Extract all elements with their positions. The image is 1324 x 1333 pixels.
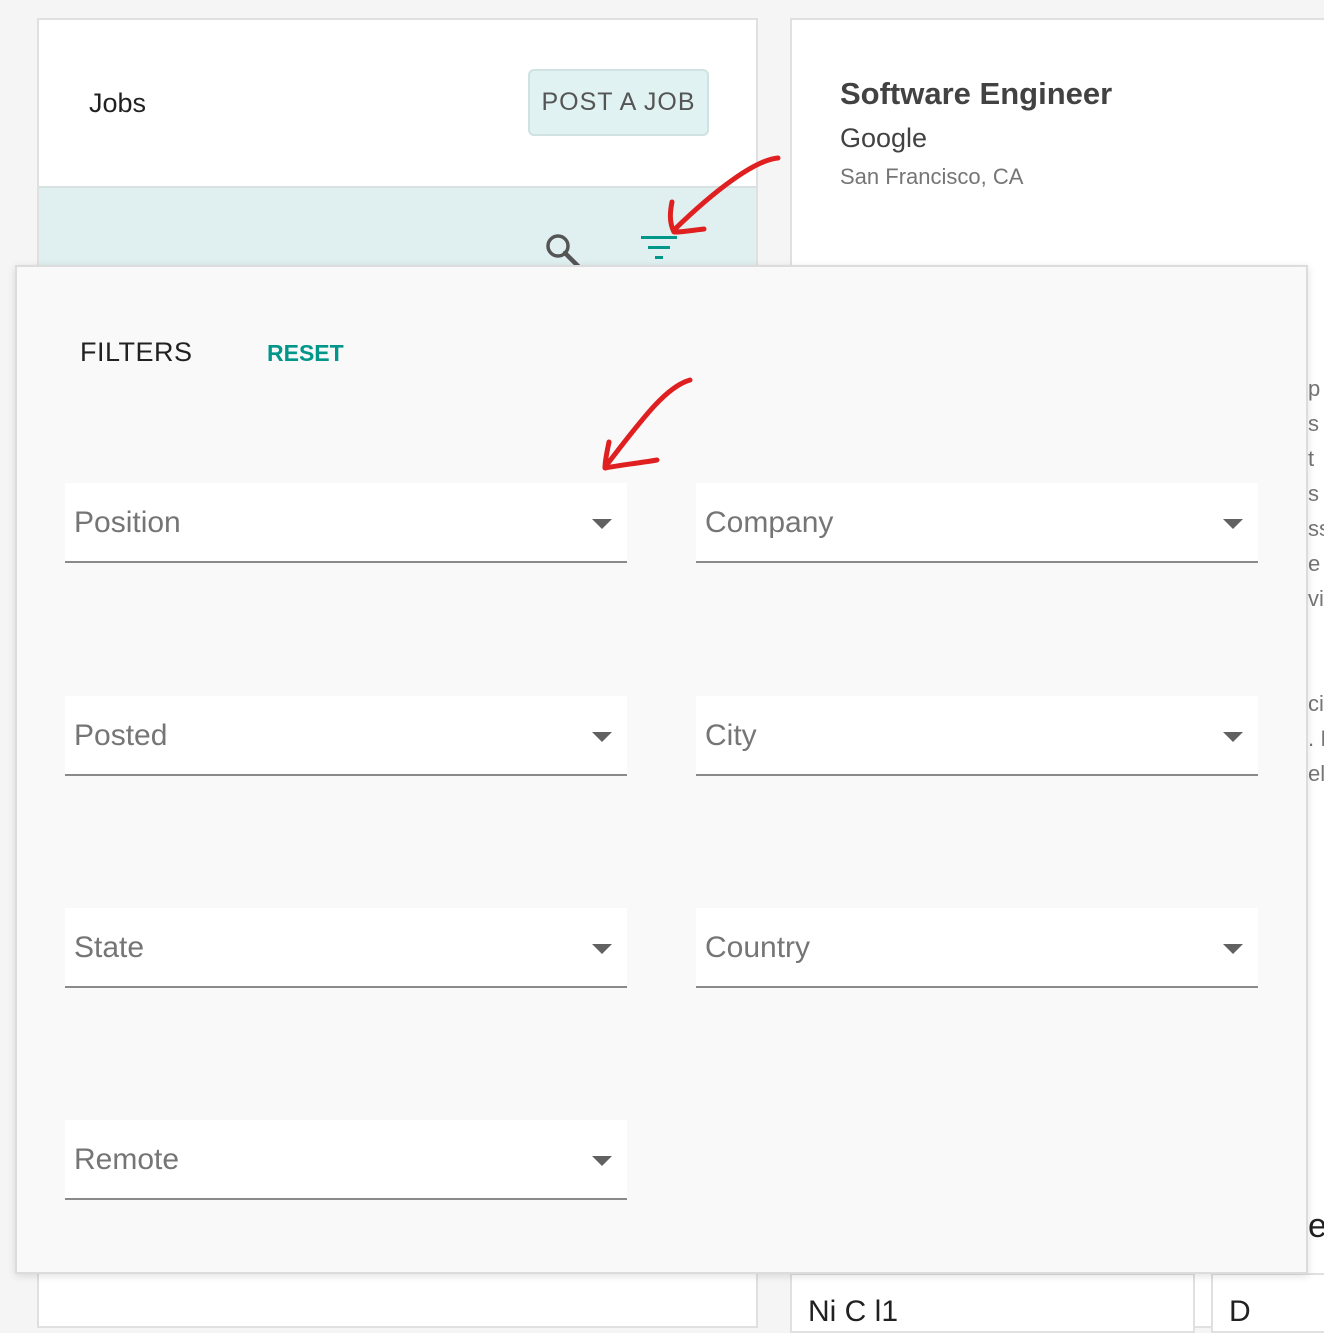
country-select[interactable]: Country: [696, 908, 1258, 988]
reset-button[interactable]: RESET: [267, 340, 344, 367]
dropdown-arrow-icon: [592, 944, 612, 954]
state-select-label: State: [74, 931, 145, 964]
state-select[interactable]: State: [65, 908, 627, 988]
bottom-card-title: Ni C l1: [808, 1295, 899, 1328]
posted-select-label: Posted: [74, 719, 168, 752]
jobs-title: Jobs: [89, 88, 147, 118]
description-fragment: ci: [1308, 691, 1324, 716]
job-title: Software Engineer: [840, 76, 1113, 111]
position-select[interactable]: Position: [65, 483, 627, 563]
company-select-label: Company: [705, 506, 834, 539]
remote-select[interactable]: Remote: [65, 1120, 627, 1200]
description-fragment: t: [1308, 446, 1315, 471]
company-select[interactable]: Company: [696, 483, 1258, 563]
city-select-label: City: [705, 719, 757, 752]
dropdown-arrow-icon: [1223, 732, 1243, 742]
dropdown-arrow-icon: [592, 1156, 612, 1166]
posted-select[interactable]: Posted: [65, 696, 627, 776]
bottom-card[interactable]: D: [1211, 1273, 1324, 1333]
dropdown-arrow-icon: [1223, 944, 1243, 954]
description-fragment: ss: [1308, 516, 1324, 541]
bottom-card-title: D: [1229, 1295, 1251, 1328]
post-job-button[interactable]: POST A JOB: [528, 69, 709, 136]
side-card-fragment: e: [1308, 1207, 1324, 1245]
description-fragment: el: [1308, 761, 1324, 786]
description-fragment: . I: [1308, 726, 1324, 751]
job-company: Google: [840, 123, 928, 153]
description-fragment: s: [1308, 411, 1319, 436]
remote-select-label: Remote: [74, 1143, 180, 1176]
dropdown-arrow-icon: [592, 732, 612, 742]
description-fragment: s (: [1308, 481, 1324, 506]
filter-list-icon[interactable]: [639, 234, 679, 269]
filters-title: FILTERS: [80, 337, 193, 367]
description-fragment: vit: [1308, 586, 1324, 611]
country-select-label: Country: [705, 931, 811, 964]
filters-panel: FILTERS RESET Position Company Posted Ci…: [15, 265, 1308, 1274]
position-select-label: Position: [74, 506, 181, 539]
description-fragment: e ip: [1308, 551, 1324, 576]
dropdown-arrow-icon: [592, 519, 612, 529]
job-location: San Francisco, CA: [840, 164, 1024, 189]
bottom-card[interactable]: Ni C l1: [790, 1273, 1195, 1333]
dropdown-arrow-icon: [1223, 519, 1243, 529]
city-select[interactable]: City: [696, 696, 1258, 776]
description-fragment: p: [1308, 376, 1321, 401]
